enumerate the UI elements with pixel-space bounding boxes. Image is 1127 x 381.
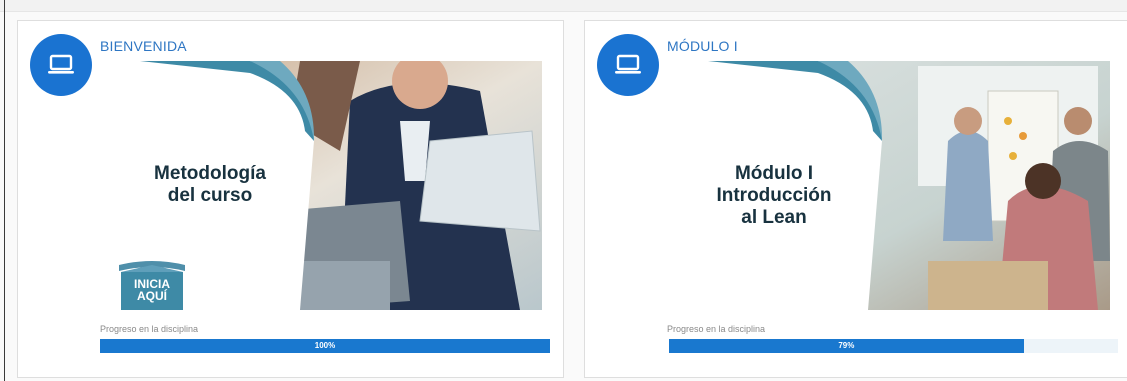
cta-line2: AQUÍ — [137, 289, 167, 303]
progress-value: 79% — [669, 339, 1024, 353]
course-banner-image[interactable]: Metodología del curso INICIA AQUÍ — [100, 61, 542, 310]
banner-heading: Metodología del curso — [100, 163, 320, 207]
progress-value: 100% — [314, 341, 336, 350]
course-banner-image[interactable]: Módulo I Introducción al Lean — [668, 61, 1110, 310]
course-card-modulo-1[interactable]: MÓDULO I Módulo I Introducción al Lean P… — [584, 20, 1127, 378]
banner-heading-line1: Módulo I — [734, 163, 814, 184]
top-band — [0, 0, 1127, 12]
progress-label: Progreso en la disciplina — [100, 324, 199, 334]
start-here-label: INICIA AQUÍ — [119, 278, 185, 302]
card-title[interactable]: MÓDULO I — [667, 38, 738, 54]
banner-heading-line2: Introducción — [716, 185, 832, 206]
banner-heading-line1: Metodología — [154, 163, 266, 184]
progress-bar: 100% — [100, 339, 550, 353]
progress-bar: 79% — [669, 339, 1118, 353]
left-divider — [4, 0, 5, 381]
progress-label: Progreso en la disciplina — [667, 324, 766, 334]
laptop-icon — [597, 34, 659, 96]
start-here-badge[interactable]: INICIA AQUÍ — [119, 257, 185, 310]
course-card-bienvenida[interactable]: BIENVENIDA Metodología del curso INICIA … — [17, 20, 564, 378]
progress-value-text: 79% — [838, 341, 855, 350]
banner-heading-line2: del curso — [167, 185, 253, 206]
banner-heading: Módulo I Introducción al Lean — [668, 163, 880, 229]
card-title[interactable]: BIENVENIDA — [100, 38, 187, 54]
banner-heading-line3: al Lean — [741, 207, 807, 228]
laptop-icon — [30, 34, 92, 96]
